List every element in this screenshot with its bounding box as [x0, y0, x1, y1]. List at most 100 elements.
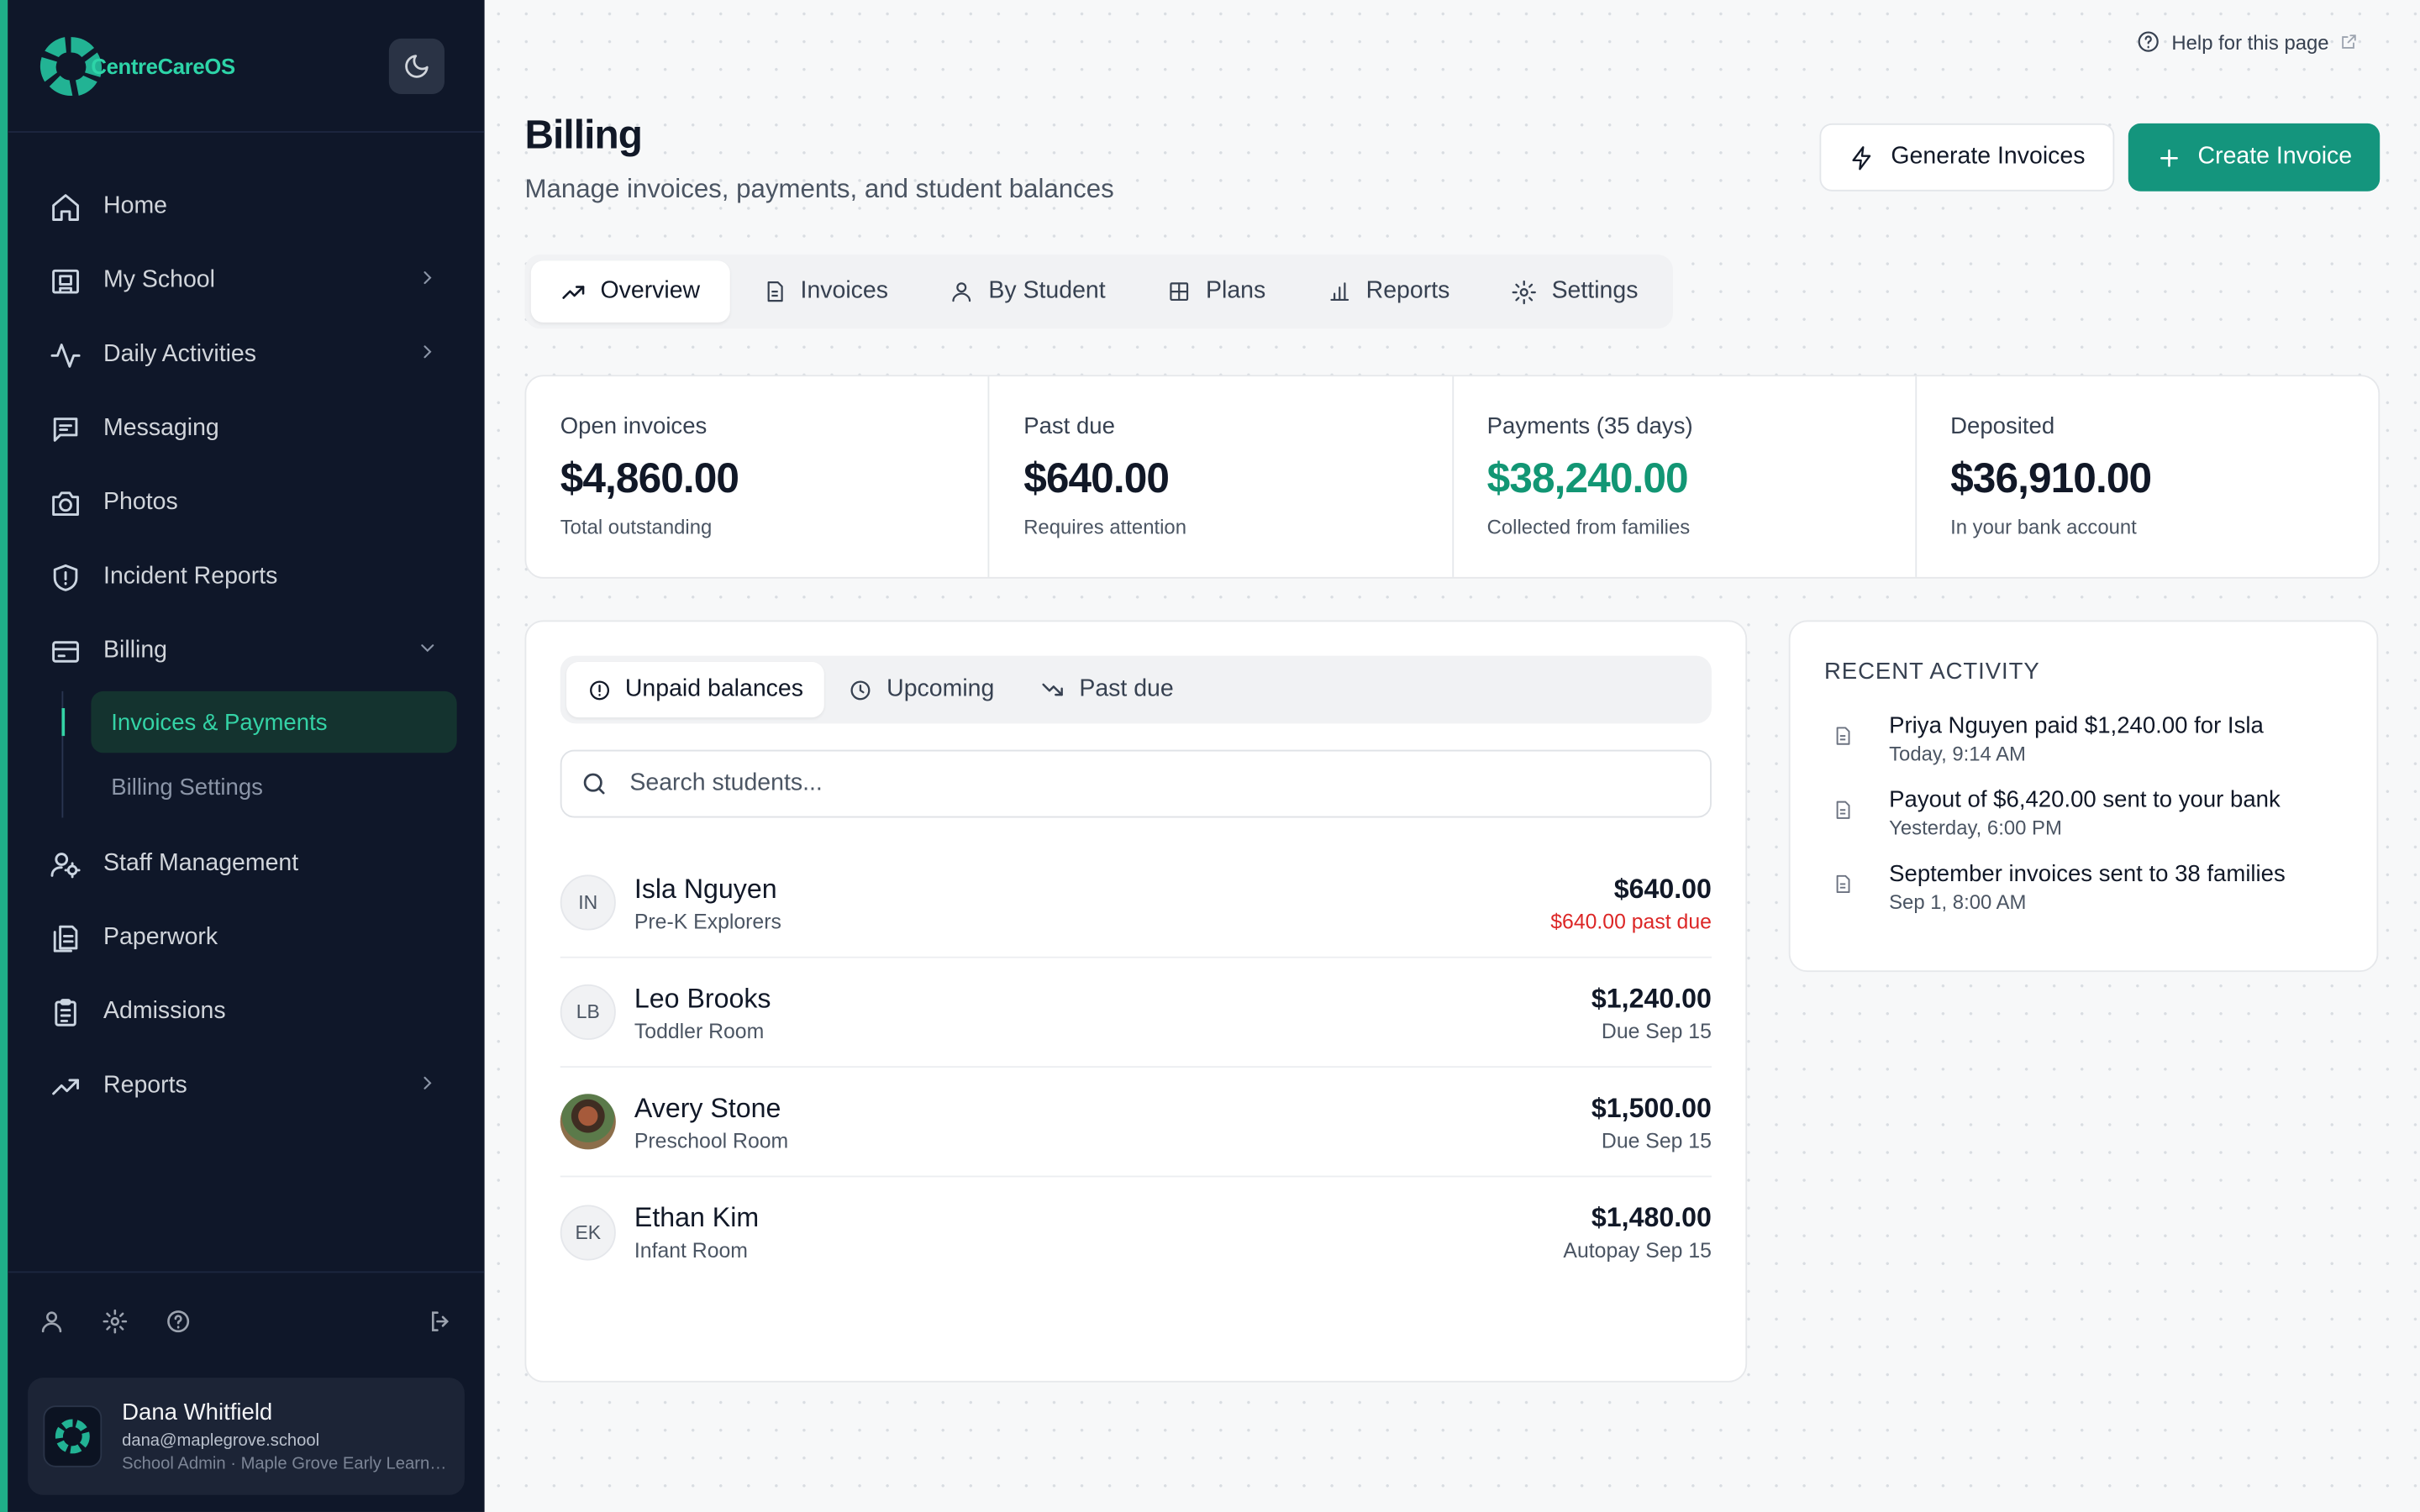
- billing-icon: [48, 634, 82, 668]
- balance-note: Due Sep 15: [1601, 1128, 1712, 1152]
- gear-icon[interactable]: [102, 1309, 128, 1342]
- sidebar-item-messaging[interactable]: Messaging: [8, 392, 485, 466]
- segment-past-due[interactable]: Past due: [1019, 662, 1196, 717]
- segment-label: Upcoming: [886, 675, 995, 702]
- grid-icon: [1170, 282, 1189, 302]
- tab-label: Overview: [600, 277, 701, 304]
- segment-label: Unpaid balances: [624, 675, 803, 702]
- table-row[interactable]: Avery Stone Preschool Room $1,500.00 Due…: [560, 1068, 1712, 1178]
- balance-note: Autopay Sep 15: [1563, 1238, 1712, 1263]
- stat-payments[interactable]: Payments (35 days) $38,240.00 Collected …: [1453, 376, 1917, 577]
- avatar-photo: [560, 1094, 616, 1150]
- generate-invoices-button[interactable]: Generate Invoices: [1819, 123, 2115, 192]
- sidebar-item-reports[interactable]: Reports: [8, 1049, 485, 1123]
- table-row[interactable]: IN Isla Nguyen Pre-K Explorers $640.00 $…: [560, 848, 1712, 958]
- main-content: Help for this page Billing Manage invoic…: [484, 0, 2420, 1512]
- user-icon: [953, 282, 972, 302]
- student-room: Pre-K Explorers: [634, 909, 781, 933]
- moon-icon: [405, 54, 429, 77]
- table-row[interactable]: LB Leo Brooks Toddler Room $1,240.00 Due…: [560, 958, 1712, 1068]
- external-link-icon: [2342, 34, 2356, 49]
- help-link[interactable]: Help for this page: [2136, 29, 2358, 54]
- tab-reports[interactable]: Reports: [1298, 260, 1479, 322]
- profile-icon[interactable]: [39, 1309, 65, 1342]
- theme-toggle-button[interactable]: [388, 37, 445, 94]
- billing-tabs: Overview Invoices By Student Plans Repor…: [524, 255, 1674, 329]
- balance-amount: $1,240.00: [1591, 982, 1712, 1013]
- stat-deposited[interactable]: Deposited $36,910.00 In your bank accoun…: [1917, 376, 2379, 577]
- tab-overview[interactable]: Overview: [530, 260, 730, 323]
- sidebar-subitem-billing-settings[interactable]: Billing Settings: [91, 756, 456, 817]
- trend-icon: [48, 1069, 82, 1103]
- sidebar-item-paperwork[interactable]: Paperwork: [8, 901, 485, 975]
- balances-panel: Unpaid balances Upcoming Past due Search…: [524, 620, 1748, 1383]
- sidebar-item-label: My School: [103, 266, 215, 293]
- sidebar-item-home[interactable]: Home: [8, 170, 485, 244]
- stat-value: $640.00: [1023, 454, 1170, 501]
- activity-text: Priya Nguyen paid $1,240.00 for Isla: [1889, 712, 2264, 739]
- tab-plans[interactable]: Plans: [1138, 260, 1295, 322]
- create-invoice-button[interactable]: Create Invoice: [2128, 123, 2381, 192]
- tab-settings[interactable]: Settings: [1482, 260, 1667, 322]
- logout-icon[interactable]: [428, 1309, 454, 1342]
- lower-section: Unpaid balances Upcoming Past due Search…: [524, 620, 2380, 1383]
- page-header: Billing Manage invoices, payments, and s…: [524, 0, 2381, 205]
- school-icon: [48, 264, 82, 297]
- sidebar-item-incident-reports[interactable]: Incident Reports: [8, 540, 485, 614]
- chevron-right-icon: [417, 1072, 439, 1101]
- chevron-right-icon: [417, 266, 439, 296]
- activity-time: Sep 1, 8:00 AM: [1889, 890, 2027, 914]
- recent-activity-title: RECENT ACTIVITY: [1823, 659, 2040, 685]
- activity-time: Today, 9:14 AM: [1889, 742, 2026, 766]
- stats-summary: Open invoices $4,860.00 Total outstandin…: [524, 375, 2381, 579]
- generate-invoices-label: Generate Invoices: [1891, 143, 2086, 171]
- staff-icon: [48, 847, 82, 880]
- sidebar-subitem-invoices-payments[interactable]: Invoices & Payments: [61, 690, 457, 753]
- sidebar-item-daily-activities[interactable]: Daily Activities: [8, 318, 485, 391]
- paperwork-icon: [48, 921, 82, 955]
- sidebar-item-my-school[interactable]: My School: [8, 244, 485, 318]
- sidebar-item-label: Paperwork: [103, 924, 218, 951]
- student-name: Isla Nguyen: [634, 872, 777, 904]
- stat-label: Open invoices: [560, 413, 708, 440]
- sidebar-item-admissions[interactable]: Admissions: [8, 975, 485, 1049]
- stat-note: In your bank account: [1950, 515, 2137, 539]
- segment-upcoming[interactable]: Upcoming: [828, 662, 1016, 717]
- sidebar-quick-actions: [8, 1273, 485, 1378]
- brand-name: CentreCareOS: [91, 53, 235, 78]
- bar-chart-icon: [1330, 282, 1349, 302]
- chevron-down-icon: [417, 637, 439, 666]
- help-icon[interactable]: [166, 1309, 192, 1342]
- search-input[interactable]: [629, 769, 1692, 798]
- sidebar-item-label: Incident Reports: [103, 563, 278, 590]
- tab-label: Reports: [1365, 277, 1450, 304]
- balance-amount: $1,480.00: [1591, 1201, 1712, 1233]
- stat-past-due[interactable]: Past due $640.00 Requires attention: [990, 376, 1454, 577]
- user-name: Dana Whitfield: [122, 1399, 273, 1426]
- list-item[interactable]: Payout of $6,420.00 sent to your bank Ye…: [1824, 787, 2343, 839]
- billing-subnav: Invoices & Payments Billing Settings: [61, 688, 484, 827]
- stat-label: Payments (35 days): [1486, 413, 1693, 440]
- list-item[interactable]: September invoices sent to 38 families S…: [1824, 861, 2343, 913]
- brand-logo[interactable]: CentreCareOS: [39, 33, 235, 97]
- document-icon: [1824, 713, 1861, 765]
- user-card[interactable]: Dana Whitfield dana@maplegrove.school Sc…: [28, 1378, 465, 1495]
- help-icon: [2138, 31, 2159, 52]
- stat-note: Collected from families: [1486, 515, 1691, 539]
- search-icon: [583, 773, 605, 795]
- tab-invoices[interactable]: Invoices: [733, 260, 918, 322]
- tab-by-student[interactable]: By Student: [921, 260, 1135, 322]
- sidebar-item-billing[interactable]: Billing: [8, 614, 485, 688]
- activity-text: Payout of $6,420.00 sent to your bank: [1889, 786, 2281, 813]
- list-item[interactable]: Priya Nguyen paid $1,240.00 for Isla Tod…: [1824, 713, 2343, 765]
- shield-icon: [48, 560, 82, 594]
- page-title: Billing: [524, 111, 642, 158]
- table-row[interactable]: EK Ethan Kim Infant Room $1,480.00 Autop…: [560, 1177, 1712, 1286]
- sidebar-item-staff-management[interactable]: Staff Management: [8, 827, 485, 900]
- tab-label: Plans: [1206, 277, 1266, 304]
- avatar: EK: [560, 1204, 616, 1260]
- segment-unpaid-balances[interactable]: Unpaid balances: [566, 661, 825, 718]
- sidebar-item-photos[interactable]: Photos: [8, 466, 485, 540]
- stat-open-invoices[interactable]: Open invoices $4,860.00 Total outstandin…: [526, 376, 990, 577]
- page-subtitle: Manage invoices, payments, and student b…: [524, 174, 1114, 204]
